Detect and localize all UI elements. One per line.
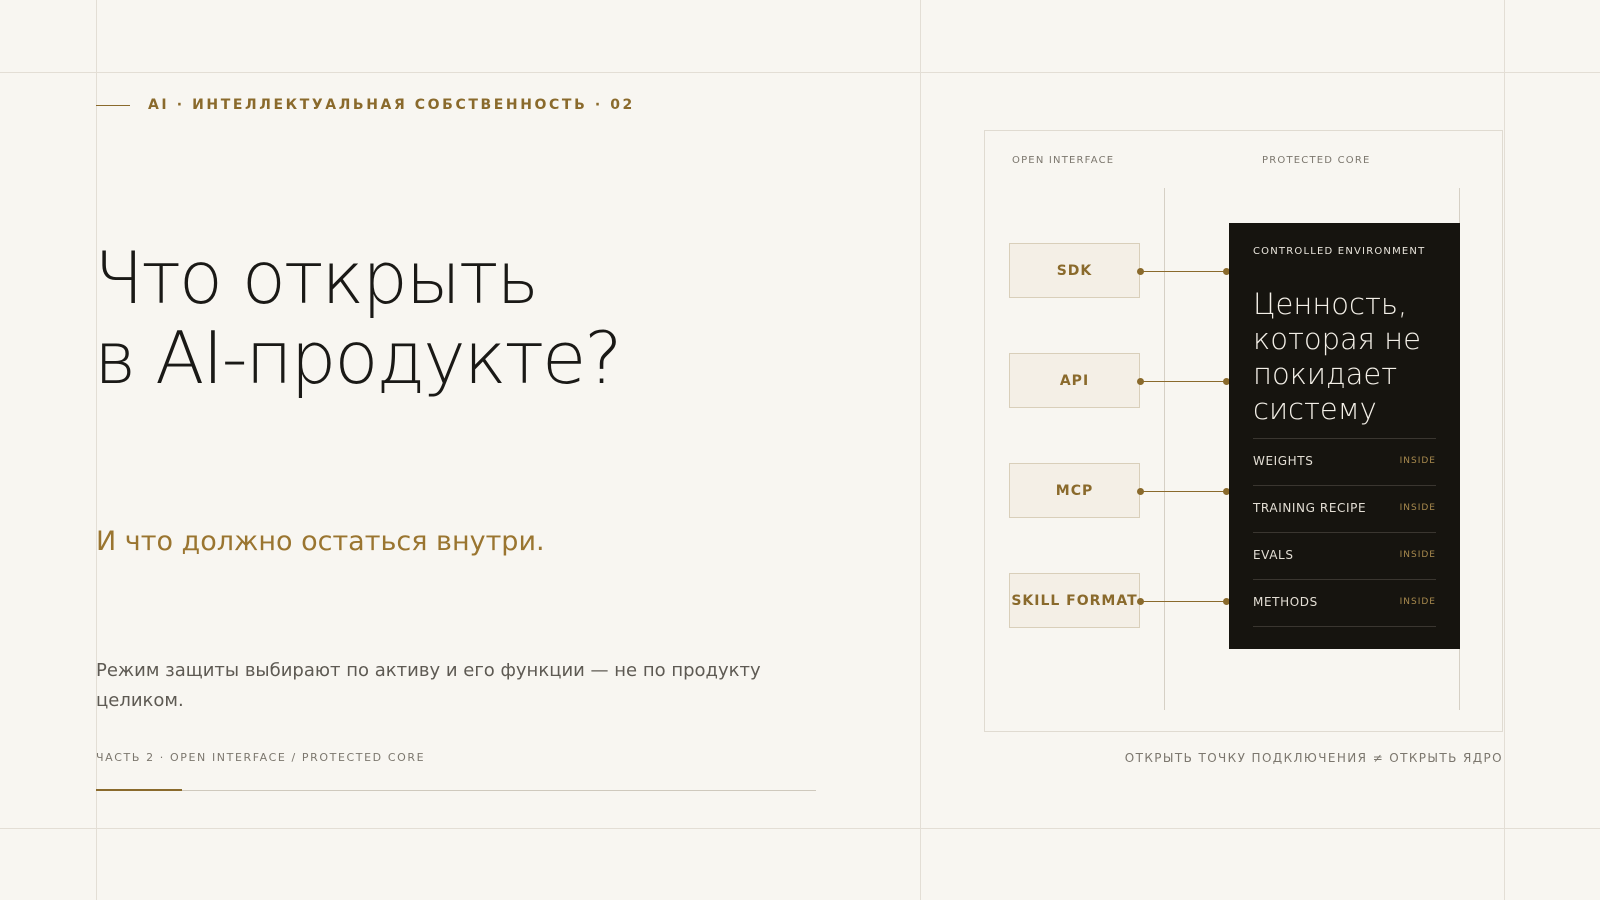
- connector-line: [1141, 601, 1227, 602]
- connector-dot: [1137, 268, 1144, 275]
- core-asset-list: WEIGHTS INSIDE TRAINING RECIPE INSIDE EV…: [1253, 438, 1436, 627]
- core-label: CONTROLLED ENVIRONMENT: [1253, 246, 1426, 257]
- open-interface-label: OPEN INTERFACE: [1012, 155, 1115, 166]
- grid-line: [0, 828, 1600, 829]
- interface-api: API: [1009, 353, 1140, 408]
- protected-core-label: PROTECTED CORE: [1262, 155, 1371, 166]
- core-item-weights: WEIGHTS INSIDE: [1253, 439, 1436, 486]
- core-item-training-recipe: TRAINING RECIPE INSIDE: [1253, 486, 1436, 533]
- divider-line: [1164, 188, 1165, 710]
- connector-dot: [1137, 378, 1144, 385]
- connector-line: [1141, 491, 1227, 492]
- connector-dot: [1137, 488, 1144, 495]
- grid-line: [1504, 0, 1505, 900]
- grid-line: [96, 0, 97, 900]
- core-title: Ценность, которая не покидает систему: [1253, 287, 1421, 426]
- core-item-name: METHODS: [1253, 595, 1318, 609]
- core-item-evals: EVALS INSIDE: [1253, 533, 1436, 580]
- connector-dot: [1137, 598, 1144, 605]
- eyebrow-rule: [96, 105, 130, 106]
- core-item-status: INSIDE: [1399, 503, 1436, 513]
- core-item-status: INSIDE: [1399, 550, 1436, 560]
- page-title-line-1: Что открыть: [94, 236, 539, 320]
- core-item-status: INSIDE: [1399, 456, 1436, 466]
- connector-line: [1141, 381, 1227, 382]
- core-item-methods: METHODS INSIDE: [1253, 580, 1436, 627]
- subtitle: И что должно остаться внутри.: [96, 526, 545, 557]
- protected-core-box: CONTROLLED ENVIRONMENT Ценность, которая…: [1229, 223, 1460, 649]
- interface-mcp: MCP: [1009, 463, 1140, 518]
- core-item-status: INSIDE: [1399, 597, 1436, 607]
- core-item-name: TRAINING RECIPE: [1253, 501, 1367, 515]
- page-title: Что открыть в AI-продукте?: [94, 236, 623, 400]
- grid-line: [920, 0, 921, 900]
- core-item-name: WEIGHTS: [1253, 454, 1314, 468]
- core-item-name: EVALS: [1253, 548, 1294, 562]
- body-text: Режим защиты выбирают по активу и его фу…: [96, 660, 761, 711]
- progress-bar: [96, 789, 816, 791]
- connector-line: [1141, 271, 1227, 272]
- eyebrow: AI · ИНТЕЛЛЕКТУАЛЬНАЯ СОБСТВЕННОСТЬ · 02: [148, 97, 635, 113]
- progress-fill: [96, 789, 183, 791]
- interface-skill-format: SKILL FORMAT: [1009, 573, 1140, 628]
- grid-line: [0, 72, 1600, 73]
- page-title-line-2: в AI-продукте?: [94, 316, 623, 400]
- tagline: ОТКРЫТЬ ТОЧКУ ПОДКЛЮЧЕНИЯ ≠ ОТКРЫТЬ ЯДРО: [1124, 751, 1503, 765]
- section-label: ЧАСТЬ 2 · OPEN INTERFACE / PROTECTED COR…: [96, 751, 426, 764]
- interface-sdk: SDK: [1009, 243, 1140, 298]
